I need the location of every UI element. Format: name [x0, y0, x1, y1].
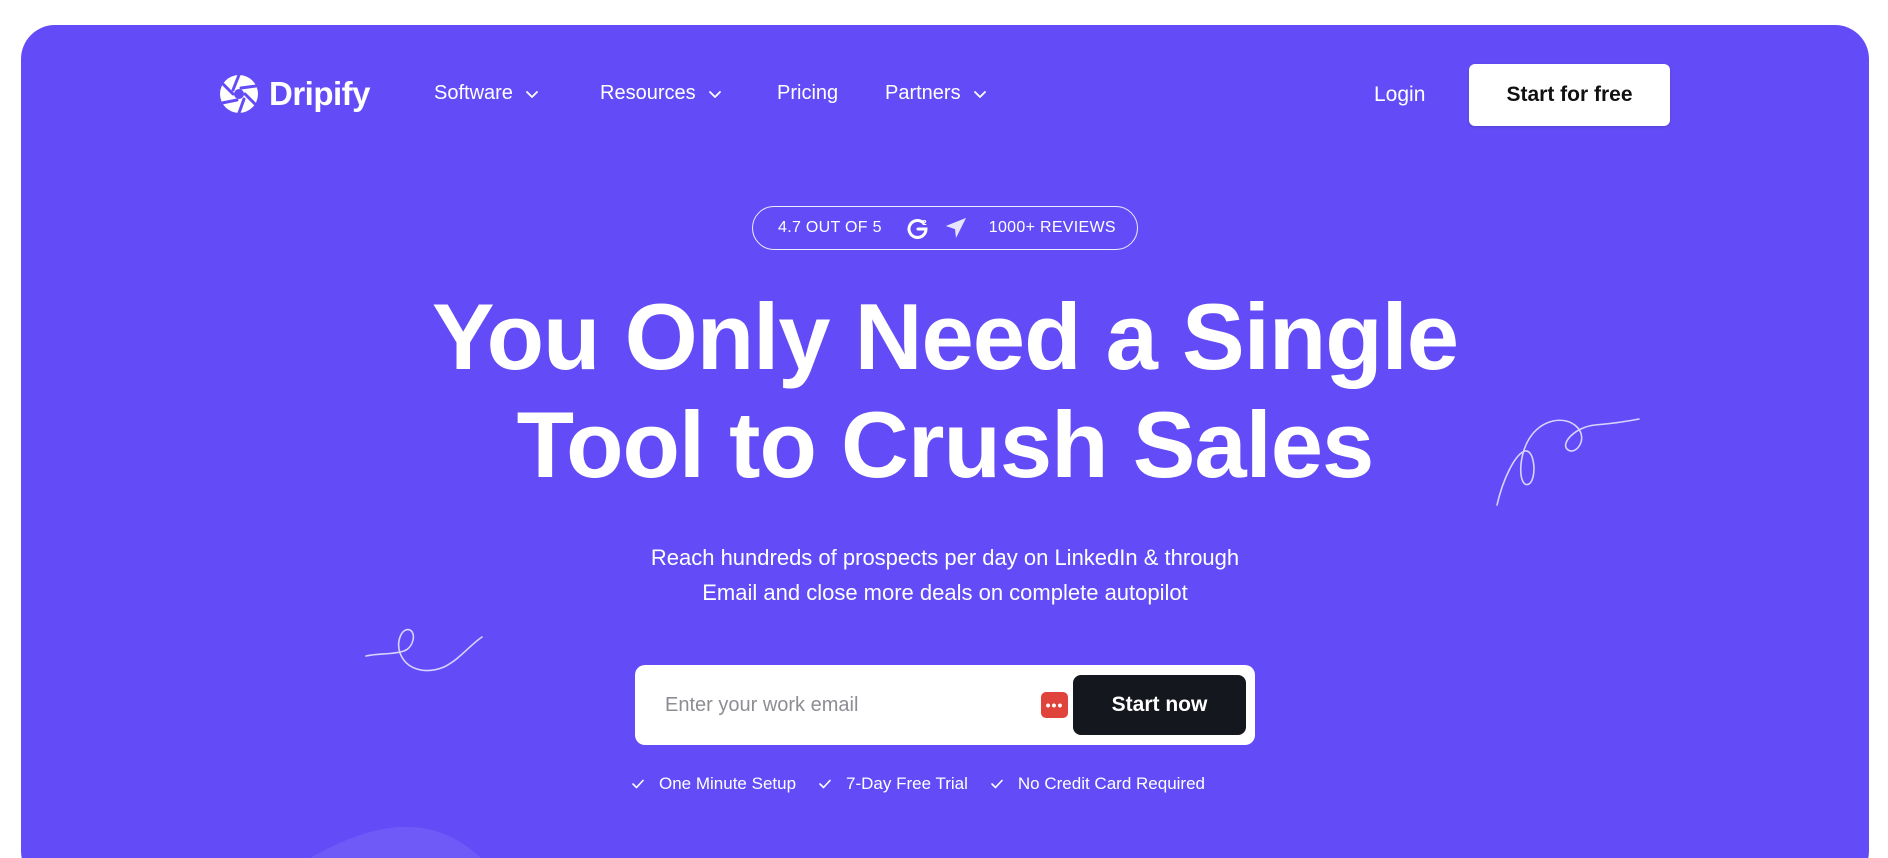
- login-link[interactable]: Login: [1374, 83, 1425, 107]
- hero-headline: You Only Need a Single Tool to Crush Sal…: [21, 283, 1869, 499]
- rating-score: 4.7 OUT OF 5: [778, 219, 882, 236]
- check-icon: [991, 779, 1003, 789]
- feature-item: No Credit Card Required: [990, 774, 1205, 794]
- nav-software-label: Software: [434, 82, 513, 104]
- feature-list: One Minute Setup 7-Day Free Trial No Cre…: [631, 774, 1205, 794]
- feature-label: 7-Day Free Trial: [846, 774, 968, 793]
- headline-line-2: Tool to Crush Sales: [516, 392, 1375, 497]
- g2-icon: 2: [907, 219, 928, 239]
- nav-partners[interactable]: Partners: [885, 82, 987, 105]
- brand-name: Dripify: [269, 75, 371, 112]
- subtext-line-2: Email and close more deals on complete a…: [702, 580, 1188, 605]
- rating-badge: 4.7 OUT OF 5 2 1000+ REVIEWS: [752, 206, 1138, 250]
- chevron-down-icon: [973, 90, 986, 98]
- feature-label: No Credit Card Required: [1017, 774, 1205, 793]
- nav-partners-label: Partners: [885, 82, 961, 104]
- check-icon: [632, 779, 644, 789]
- svg-text:2: 2: [922, 219, 927, 227]
- chevron-down-icon: [708, 90, 721, 98]
- nav-pricing-label: Pricing: [777, 82, 839, 104]
- start-for-free-button[interactable]: Start for free: [1469, 64, 1670, 126]
- nav-pricing[interactable]: Pricing: [777, 82, 838, 105]
- signup-form: ••• Start now: [635, 665, 1255, 745]
- brand-logo[interactable]: Dripify: [219, 74, 371, 114]
- hero-subtext: Reach hundreds of prospects per day on L…: [21, 540, 1869, 610]
- reviews-count: 1000+ REVIEWS: [988, 219, 1116, 236]
- nav-software[interactable]: Software: [434, 82, 539, 105]
- email-input[interactable]: [665, 687, 1025, 723]
- aperture-icon: [220, 74, 258, 114]
- password-manager-glyph: •••: [1045, 697, 1064, 713]
- squiggle-left-decoration: [365, 628, 483, 672]
- start-now-button[interactable]: Start now: [1073, 675, 1246, 735]
- feature-label: One Minute Setup: [659, 774, 797, 793]
- feature-item: 7-Day Free Trial: [818, 774, 968, 794]
- nav-resources[interactable]: Resources: [600, 82, 722, 105]
- check-icon: [819, 779, 831, 789]
- background-swoosh-decoration: [310, 826, 481, 858]
- nav-resources-label: Resources: [600, 82, 696, 104]
- capterra-icon: [945, 218, 966, 238]
- subtext-line-1: Reach hundreds of prospects per day on L…: [650, 545, 1240, 570]
- password-manager-icon[interactable]: •••: [1041, 692, 1068, 718]
- chevron-down-icon: [526, 90, 538, 98]
- headline-line-1: You Only Need a Single: [431, 284, 1459, 389]
- hero-section: Dripify Software Resources Pricing Partn…: [21, 25, 1869, 858]
- feature-item: One Minute Setup: [631, 774, 796, 794]
